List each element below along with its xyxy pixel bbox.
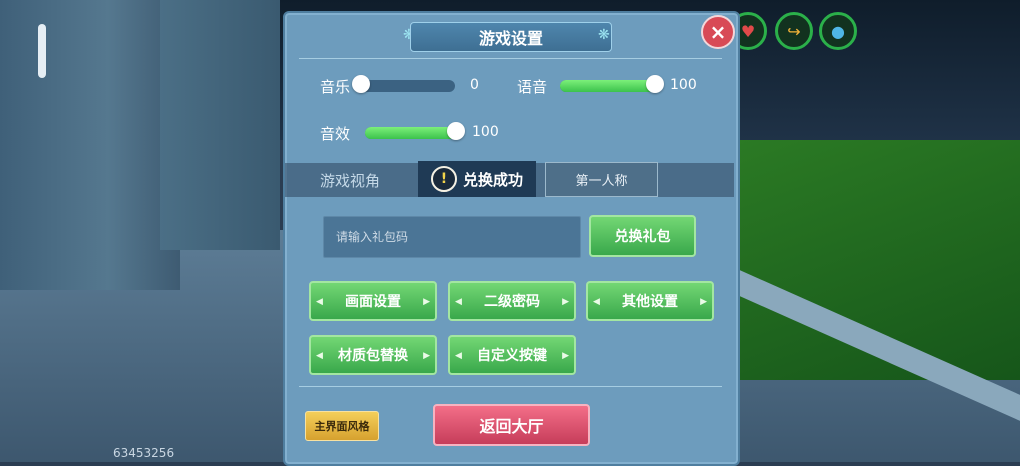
sfx-slider-knob[interactable] [447,122,465,140]
graphics-settings-label: 画面设置 [345,294,401,310]
redeem-gift-label: 兑换礼包 [614,229,671,245]
voice-value: 100 [670,77,697,93]
arrow-left-icon: ◀ [455,351,462,361]
graphics-settings-button[interactable]: ◀ 画面设置 ▶ [309,281,437,321]
arrow-left-icon: ◀ [316,297,323,307]
other-settings-label: 其他设置 [622,294,678,310]
secondary-password-button[interactable]: ◀ 二级密码 ▶ [448,281,576,321]
sfx-slider-fill [365,127,456,139]
menu-pill-icon[interactable] [38,24,46,78]
sfx-value: 100 [472,124,499,140]
redeem-gift-button[interactable]: 兑换礼包 [589,215,696,257]
close-icon[interactable]: × [701,15,735,49]
view-mode-toggle[interactable]: 第一人称 [545,162,658,197]
music-value: 0 [470,77,479,93]
toast-text: 兑换成功 [462,170,523,189]
secondary-password-label: 二级密码 [484,294,540,310]
panel-title: 游戏设置 [410,22,612,52]
arrow-left-icon: ◀ [316,351,323,361]
stone-wall [0,0,180,290]
water-drop-icon[interactable]: ● [819,12,857,50]
divider [299,58,722,59]
divider [299,386,722,387]
arrow-right-icon: ▶ [423,351,430,361]
toast-message: ! 兑换成功 [418,161,536,197]
arrow-left-icon: ◀ [455,297,462,307]
voice-slider-fill [560,80,655,92]
voice-slider[interactable] [560,75,664,93]
voice-label: 语音 [517,78,548,96]
sfx-slider[interactable] [365,122,465,140]
gift-code-input[interactable] [323,216,581,258]
back-to-lobby-button[interactable]: 返回大厅 [433,404,590,446]
warning-icon: ! [430,166,457,192]
arrow-left-icon: ◀ [593,297,600,307]
music-label: 音乐 [320,78,351,96]
voice-slider-knob[interactable] [646,75,664,93]
arrow-right-icon: ▶ [700,297,707,307]
stone-pillar [160,0,280,250]
other-settings-button[interactable]: ◀ 其他设置 ▶ [586,281,714,321]
ornament-right-icon: ❋ [598,27,610,43]
view-label: 游戏视角 [320,172,381,190]
music-slider-knob[interactable] [352,75,370,93]
main-ui-style-button[interactable]: 主界面风格 [305,411,379,441]
texture-pack-label: 材质包替换 [338,348,408,364]
arrow-right-icon: ▶ [562,297,569,307]
arrow-right-icon: ▶ [423,297,430,307]
settings-panel: ❋ 游戏设置 ❋ 音乐 0 语音 100 音效 100 游戏视角 第一人称 ! … [283,11,740,466]
music-slider[interactable] [352,75,455,93]
player-id: 63453256 [113,446,175,460]
sfx-label: 音效 [320,125,351,143]
custom-keys-label: 自定义按键 [477,348,547,364]
texture-pack-button[interactable]: ◀ 材质包替换 ▶ [309,335,437,375]
arrow-right-icon: ▶ [562,351,569,361]
share-icon[interactable]: ↪ [775,12,813,50]
custom-keys-button[interactable]: ◀ 自定义按键 ▶ [448,335,576,375]
